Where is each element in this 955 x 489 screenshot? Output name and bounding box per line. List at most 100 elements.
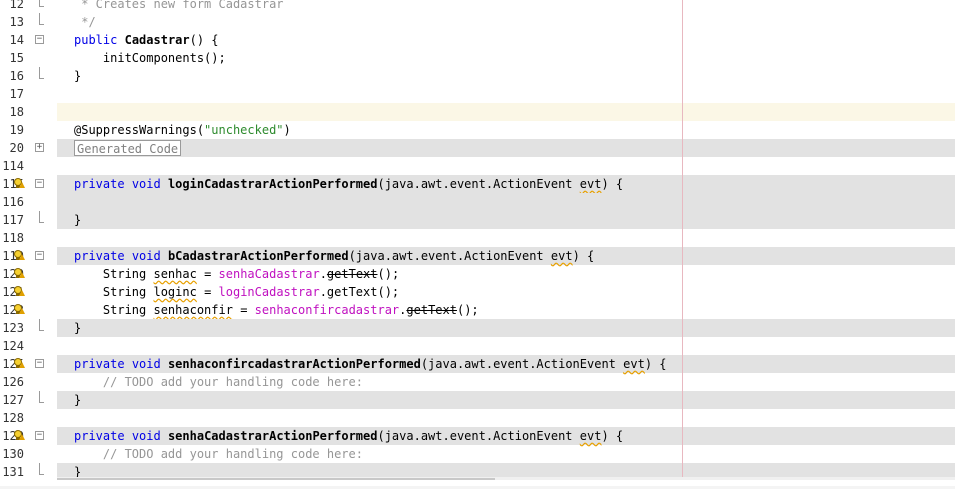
code-line[interactable]: 16} [0, 67, 955, 85]
code-line[interactable]: 130 // TODO add your handling code here: [0, 445, 955, 463]
fold-collapse-icon[interactable]: − [35, 35, 44, 44]
fold-expand-icon[interactable]: + [35, 143, 44, 152]
code-line-background [57, 211, 955, 229]
code-line-background [57, 319, 955, 337]
code-line[interactable]: 14 − public Cadastrar() { [0, 31, 955, 49]
code-line[interactable]: 19 @SuppressWarnings("unchecked") [0, 121, 955, 139]
code-token: (java.awt.event.ActionEvent [377, 177, 580, 191]
code-line[interactable]: 114 [0, 157, 955, 175]
fold-end-marker [39, 463, 44, 475]
code-token: private [74, 177, 125, 191]
code-text: private void senhaconfircadastrarActionP… [74, 355, 667, 373]
code-editor[interactable]: 12 * Creates new form Cadastrar 13 */14− p… [0, 0, 955, 480]
hint-bulb-icon[interactable] [14, 430, 25, 442]
code-token: "unchecked" [204, 123, 284, 137]
line-number: 127 [2, 393, 24, 407]
code-line-background [57, 85, 955, 103]
code-line-background [57, 139, 955, 157]
line-number: 12 [9, 0, 24, 11]
code-text: private void bCadastrarActionPerformed(j… [74, 247, 594, 265]
code-token: (java.awt.event.ActionEvent [377, 429, 580, 443]
code-text: // TODO add your handling code here: [74, 373, 363, 391]
code-token: evt [623, 357, 645, 371]
code-text: } [74, 211, 81, 229]
hint-bulb-icon[interactable] [14, 178, 25, 190]
code-text: String senhaconfir = senhaconfircadastra… [74, 301, 479, 319]
hint-bulb-icon[interactable] [14, 358, 25, 370]
fold-collapse-icon[interactable]: − [35, 179, 44, 188]
code-token: getText [326, 267, 378, 281]
code-token: void [131, 429, 161, 443]
code-line[interactable]: 118 [0, 229, 955, 247]
fold-collapse-icon[interactable]: − [35, 431, 44, 440]
code-line[interactable]: 122 String senhaconfir = senhaconfircada… [0, 301, 955, 319]
code-text: * Creates new form Cadastrar [74, 0, 283, 13]
code-line[interactable]: 123} [0, 319, 955, 337]
code-token: */ [74, 15, 96, 29]
code-token: senhaconfircadastrarActionPerformed [167, 357, 421, 371]
code-line[interactable]: 129− private void senhaCadastrarActionPer… [0, 427, 955, 445]
code-line-background [57, 193, 955, 211]
code-line[interactable]: 18 [0, 103, 955, 121]
code-token: bCadastrarActionPerformed [167, 249, 349, 263]
code-line[interactable]: 124 [0, 337, 955, 355]
code-token: ) { [644, 357, 667, 371]
code-token: evt [579, 177, 602, 191]
code-line[interactable]: 127} [0, 391, 955, 409]
fold-end-marker [39, 391, 44, 403]
horizontal-scrollbar-thumb[interactable] [57, 478, 495, 480]
code-line-background [57, 157, 955, 175]
fold-end-marker [39, 67, 44, 79]
code-line-background [57, 229, 955, 247]
generated-code-fold[interactable]: Generated Code [74, 140, 182, 156]
code-text: initComponents(); [74, 49, 226, 67]
line-number: 130 [2, 447, 24, 461]
code-line[interactable]: 116 [0, 193, 955, 211]
code-line[interactable]: 12 * Creates new form Cadastrar [0, 0, 955, 13]
fold-end-marker [39, 319, 44, 331]
fold-collapse-icon[interactable]: − [35, 359, 44, 368]
code-line[interactable]: 117} [0, 211, 955, 229]
line-number: 13 [9, 15, 24, 29]
code-token: // TODO add your handling code here: [74, 375, 363, 389]
code-text: } [74, 391, 81, 409]
fold-end-marker [39, 0, 44, 7]
code-line[interactable]: 121 String loginc = loginCadastrar.getTe… [0, 283, 955, 301]
line-number: 14 [9, 33, 24, 47]
code-line[interactable]: 120 String senhac = senhaCadastrar.getTe… [0, 265, 955, 283]
code-line[interactable]: 15 initComponents(); [0, 49, 955, 67]
code-token: ) [283, 123, 291, 137]
line-number: 128 [2, 411, 24, 425]
hint-bulb-icon[interactable] [14, 250, 25, 262]
hint-bulb-icon[interactable] [14, 304, 25, 316]
code-line[interactable]: 13 */ [0, 13, 955, 31]
code-token: (); [456, 303, 479, 317]
code-text: String loginc = loginCadastrar.getText()… [74, 283, 399, 301]
code-text: String senhac = senhaCadastrar.getText()… [74, 265, 399, 283]
code-line[interactable]: 17 [0, 85, 955, 103]
hint-bulb-icon[interactable] [14, 286, 25, 298]
fold-end-marker [39, 211, 44, 223]
code-line[interactable]: 126 // TODO add your handling code here: [0, 373, 955, 391]
code-line-background [57, 337, 955, 355]
hint-bulb-icon[interactable] [14, 268, 25, 280]
fold-collapse-icon[interactable]: − [35, 251, 44, 260]
code-text: */ [74, 13, 96, 31]
code-line[interactable]: 125− private void senhaconfircadastrarAct… [0, 355, 955, 373]
code-line[interactable]: 20 + Generated Code [0, 139, 955, 157]
code-line[interactable]: 115− private void loginCadastrarActionPer… [0, 175, 955, 193]
code-token: (java.awt.event.ActionEvent [420, 357, 624, 371]
code-line[interactable]: 128 [0, 409, 955, 427]
line-number: 118 [2, 231, 24, 245]
right-margin-guide [682, 0, 683, 480]
code-text: public Cadastrar() { [74, 31, 219, 49]
code-token: senhac [153, 267, 197, 281]
code-text: private void senhaCadastrarActionPerform… [74, 427, 623, 445]
line-number: 126 [2, 375, 24, 389]
code-line[interactable]: 119− private void bCadastrarActionPerform… [0, 247, 955, 265]
